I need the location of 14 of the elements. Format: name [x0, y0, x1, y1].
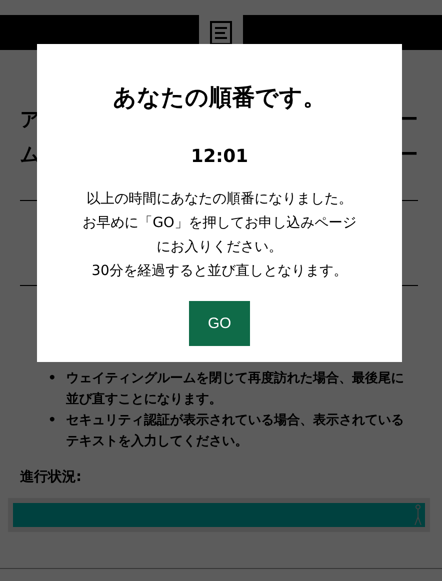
walker-icon [414, 504, 422, 526]
message-line: にお入りください。 [156, 238, 284, 257]
go-button[interactable]: GO [189, 301, 250, 346]
bullet: • [48, 412, 56, 430]
note-text: セキュリティ認証が表示されている場合、表示されているテキストを入力してください。 [66, 412, 405, 451]
message-line: 以上の時間にあなたの順番になりました。 [86, 190, 354, 209]
heading-text: ア [20, 106, 40, 133]
turn-time: 12:01 [190, 146, 248, 167]
modal-title: あなたの順番です。 [113, 84, 326, 113]
message-line: お早めに「GO」を押してお申し込みページ [82, 214, 356, 233]
note-text: ウェイティングルームを閉じて再度訪れた場合、最後尾に並び直すことになります。 [66, 370, 405, 409]
message-line: 30分を経過すると並び直しとなります。 [90, 262, 348, 281]
progress-label: 進行状況: [20, 468, 83, 486]
bullet: • [48, 370, 56, 388]
